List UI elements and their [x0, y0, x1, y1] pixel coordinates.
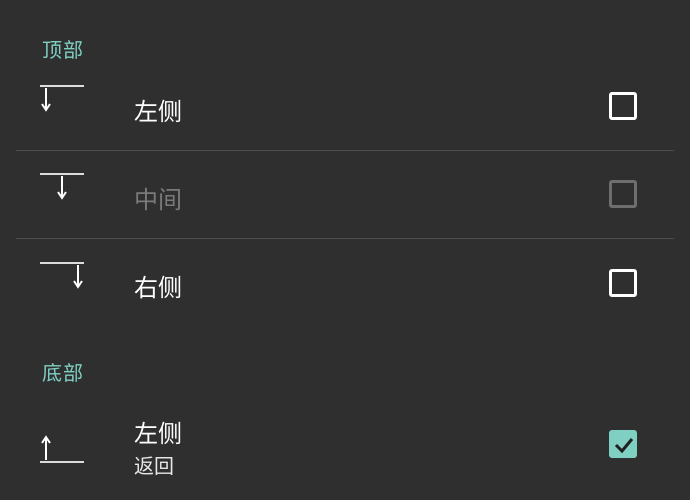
align-top-left-icon — [40, 85, 84, 112]
option-checkbox-top-right[interactable] — [609, 269, 637, 297]
option-checkbox-top-left[interactable] — [609, 92, 637, 120]
option-label: 左侧 — [134, 420, 182, 448]
checkmark-icon — [614, 438, 634, 454]
section-header-bottom: 底部 — [42, 361, 84, 385]
option-sublabel: 返回 — [134, 454, 174, 478]
option-label: 中间 — [134, 186, 182, 214]
option-checkbox-bottom-left[interactable] — [609, 430, 637, 458]
align-top-right-icon — [40, 262, 84, 289]
gesture-position-settings: 顶部 左侧 中间 右侧 底部 左侧 返回 — [0, 0, 690, 500]
option-label: 左侧 — [134, 98, 182, 126]
align-bottom-left-icon — [40, 435, 84, 463]
option-label: 右侧 — [134, 274, 182, 302]
option-row-top-center[interactable]: 中间 — [0, 151, 690, 239]
option-checkbox-top-center[interactable] — [609, 180, 637, 208]
option-row-top-right[interactable]: 右侧 — [0, 239, 690, 327]
option-row-top-left[interactable]: 左侧 — [0, 62, 690, 150]
align-top-center-icon — [40, 173, 84, 200]
section-header-top: 顶部 — [42, 38, 84, 62]
option-row-bottom-left[interactable]: 左侧 返回 — [0, 400, 690, 500]
